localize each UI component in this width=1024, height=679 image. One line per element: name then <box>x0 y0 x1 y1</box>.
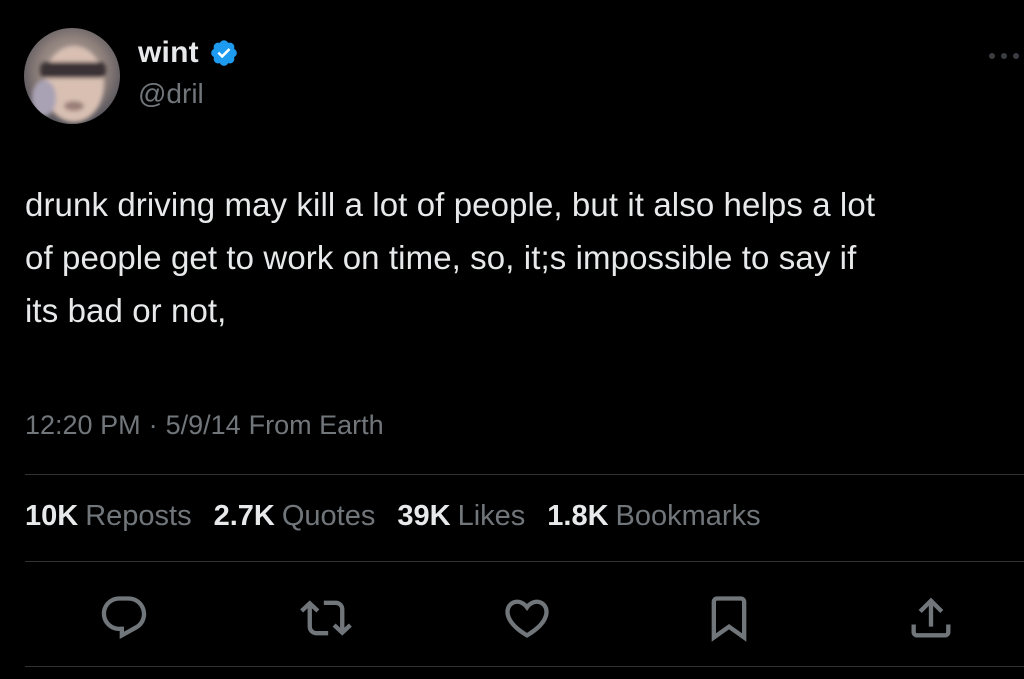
repost-icon <box>300 600 352 636</box>
stat-count: 39K <box>397 500 451 532</box>
divider <box>25 474 1024 475</box>
divider <box>25 666 1024 667</box>
like-icon <box>505 599 549 638</box>
stat-count: 10K <box>25 500 79 532</box>
tweet-meta: 12:20 PM · 5/9/14 From Earth <box>25 410 384 441</box>
stat-quotes[interactable]: 2.7K Quotes <box>214 500 376 533</box>
author-handle[interactable]: @dril <box>138 78 204 110</box>
bookmark-icon <box>711 596 747 642</box>
stat-bookmarks[interactable]: 1.8K Bookmarks <box>547 500 760 533</box>
reply-button[interactable] <box>96 590 152 646</box>
share-button[interactable] <box>903 590 959 646</box>
stat-count: 2.7K <box>213 500 275 532</box>
divider <box>25 561 1024 562</box>
stat-reposts[interactable]: 10K Reposts <box>25 500 192 533</box>
meta-separator: · <box>148 410 158 440</box>
like-button[interactable] <box>499 590 555 646</box>
author-name-row: wint <box>138 36 239 70</box>
verified-badge-icon[interactable] <box>209 38 239 68</box>
stat-count: 1.8K <box>547 500 609 532</box>
tweet-time[interactable]: 12:20 PM <box>25 410 141 441</box>
tweet-date[interactable]: 5/9/14 <box>166 410 241 441</box>
stat-label: Quotes <box>281 500 376 532</box>
stat-label: Bookmarks <box>615 500 761 532</box>
tweet-source: From Earth <box>248 410 384 440</box>
stat-label: Likes <box>457 500 526 532</box>
share-icon <box>911 597 951 638</box>
avatar[interactable] <box>24 28 120 124</box>
more-options-icon[interactable] <box>984 44 1024 68</box>
repost-button[interactable] <box>298 590 354 646</box>
stat-likes[interactable]: 39K Likes <box>397 500 525 533</box>
tweet-text: drunk driving may kill a lot of people, … <box>25 186 876 329</box>
avatar-image <box>24 28 120 124</box>
engagement-stats: 10K Reposts 2.7K Quotes 39K Likes 1.8K B… <box>25 500 761 533</box>
reply-icon <box>101 596 147 640</box>
stat-label: Reposts <box>85 500 192 532</box>
bookmark-button[interactable] <box>701 590 757 646</box>
author-display-name[interactable]: wint <box>138 36 199 70</box>
